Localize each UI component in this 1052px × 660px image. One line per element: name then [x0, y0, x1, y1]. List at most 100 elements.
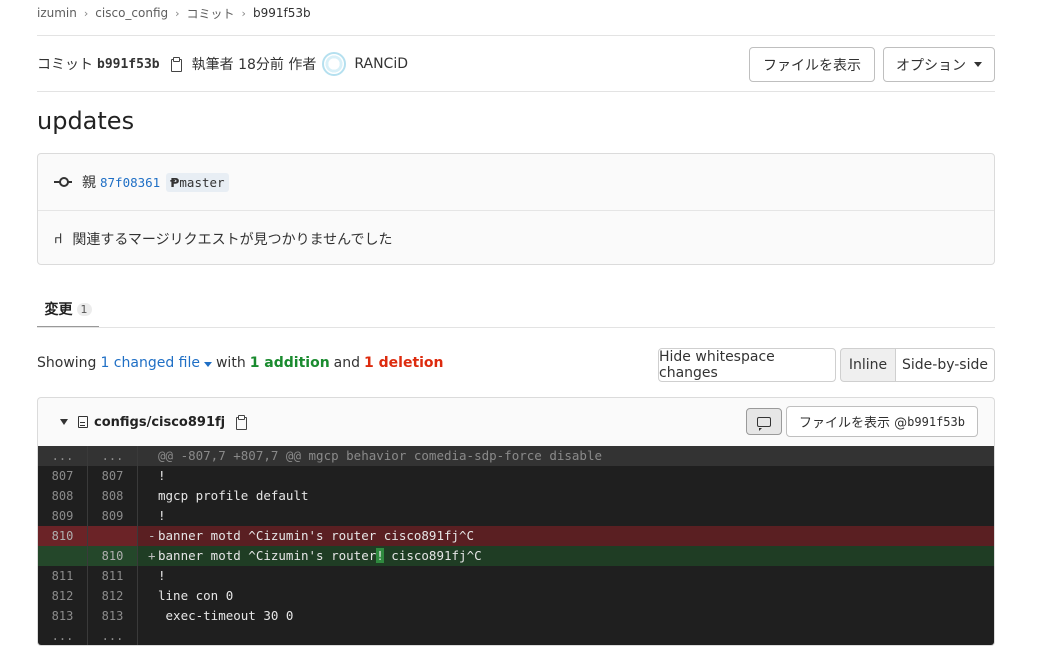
toggle-comments-button[interactable] [746, 408, 782, 435]
breadcrumb-item-current[interactable]: b991f53b [253, 6, 311, 20]
avatar[interactable] [322, 52, 347, 76]
commit-label: コミット [37, 57, 93, 73]
old-line-number[interactable]: 813 [38, 606, 88, 626]
code-text: ! [158, 568, 166, 583]
copy-icon[interactable] [233, 414, 249, 430]
file-path[interactable]: configs/cisco891fj [94, 415, 225, 430]
caret-down-icon [203, 362, 212, 367]
parent-label: 親 [82, 175, 96, 191]
view-file-at-sha: b991f53b [907, 414, 965, 429]
code-text: line con 0 [158, 588, 234, 603]
commit-header: コミット b991f53b 執筆者 18分前 作者 RANCiD [37, 52, 408, 76]
diff-sign: + [148, 548, 156, 563]
side-by-side-button[interactable]: Side-by-side [895, 348, 995, 382]
breadcrumb: izumin › cisco_config › コミット › b991f53b [37, 5, 311, 21]
new-line-number[interactable]: 810 [88, 546, 138, 566]
side-by-side-label: Side-by-side [902, 357, 988, 373]
with-label: with [215, 355, 246, 371]
new-line-number[interactable]: 808 [88, 486, 138, 506]
merge-request-row: ⑁ 関連するマージリクエストが見つかりませんでした [38, 210, 994, 266]
old-line-number[interactable]: ... [38, 446, 88, 466]
changed-files-dropdown[interactable]: 1 changed file [100, 355, 212, 371]
view-files-label: ファイルを表示 [763, 57, 861, 74]
old-line-number[interactable]: 810 [38, 526, 88, 546]
old-line-number[interactable] [38, 546, 88, 566]
diff-sign [148, 466, 158, 486]
diff-sign [148, 626, 158, 645]
commit-icon [54, 176, 72, 188]
diff-view: ...... @@ -807,7 +807,7 @@ mgcp behavior… [37, 446, 995, 646]
diff-line: ...... @@ -807,7 +807,7 @@ mgcp behavior… [38, 446, 994, 466]
options-dropdown-button[interactable]: オプション [883, 47, 995, 82]
code-text: banner motd ^Cizumin's router [158, 548, 377, 563]
chevron-right-icon: › [175, 6, 180, 20]
breadcrumb-item-project[interactable]: cisco_config [95, 6, 168, 20]
diff-line: 811 811 ! [38, 566, 994, 586]
code-text: mgcp profile default [158, 488, 309, 503]
author-prefix: 執筆者 18分前 作者 [191, 57, 317, 73]
code-text: ! [158, 508, 166, 523]
additions-count: 1 addition [249, 355, 330, 371]
chevron-right-icon: › [241, 6, 246, 20]
commit-sha: b991f53b [97, 56, 160, 72]
view-file-at-commit-button[interactable]: ファイルを表示 @ b991f53b [786, 406, 978, 437]
diff-code: - banner motd ^Cizumin's router cisco891f… [138, 526, 474, 546]
diff-line: 809 809 ! [38, 506, 994, 526]
old-line-number[interactable]: 812 [38, 586, 88, 606]
diff-code: ! [138, 566, 166, 586]
diff-code: exec-timeout 30 0 [138, 606, 294, 626]
new-line-number[interactable]: 812 [88, 586, 138, 606]
diff-line: 808 808 mgcp profile default [38, 486, 994, 506]
old-line-number[interactable]: ... [38, 626, 88, 645]
diff-sign [148, 446, 158, 466]
diff-code [138, 626, 158, 645]
parent-sha-link[interactable]: 87f08361 [100, 175, 160, 190]
new-line-number[interactable]: ... [88, 446, 138, 466]
inline-label: Inline [848, 357, 888, 373]
code-text: banner motd ^Cizumin's router cisco891fj… [158, 528, 475, 543]
branch-badge[interactable]: Ᵽmaster [166, 172, 229, 192]
merge-request-icon: ⑁ [54, 230, 63, 247]
hide-whitespace-button[interactable]: Hide whitespace changes [658, 348, 836, 382]
view-file-at-label: ファイルを表示 @ [799, 416, 908, 431]
diff-code: mgcp profile default [138, 486, 309, 506]
diff-line: ...... [38, 626, 994, 645]
parent-row: 親 87f08361 Ᵽmaster [38, 154, 994, 210]
new-line-number[interactable]: 811 [88, 566, 138, 586]
tab-changes[interactable]: 変更 1 [37, 292, 99, 328]
code-text: cisco891fj^C [383, 548, 482, 563]
old-line-number[interactable]: 809 [38, 506, 88, 526]
diff-code: ! [138, 466, 166, 486]
divider [37, 35, 995, 36]
diff-code: + banner motd ^Cizumin's router! cisco891… [138, 546, 482, 566]
diff-line: 813 813 exec-timeout 30 0 [38, 606, 994, 626]
diff-sign [148, 506, 158, 526]
breadcrumb-item-commits[interactable]: コミット [187, 5, 235, 22]
old-line-number[interactable]: 811 [38, 566, 88, 586]
diff-code: ! [138, 506, 166, 526]
diff-sign [148, 486, 158, 506]
copy-icon[interactable] [168, 56, 184, 72]
commit-info-box: 親 87f08361 Ᵽmaster ⑁ 関連するマージリクエストが見つかりませ… [37, 153, 995, 265]
divider [37, 327, 995, 328]
new-line-number[interactable]: ... [88, 626, 138, 645]
showing-label: Showing [37, 355, 97, 371]
file-icon [78, 416, 88, 428]
new-line-number[interactable]: 813 [88, 606, 138, 626]
new-line-number[interactable] [88, 526, 138, 546]
author-name[interactable]: RANCiD [354, 56, 408, 72]
breadcrumb-item-user[interactable]: izumin [37, 6, 77, 20]
view-files-button[interactable]: ファイルを表示 [749, 47, 875, 82]
code-text: exec-timeout 30 0 [158, 608, 294, 623]
new-line-number[interactable]: 807 [88, 466, 138, 486]
old-line-number[interactable]: 808 [38, 486, 88, 506]
collapse-toggle-icon[interactable] [60, 419, 68, 425]
diff-sign: - [148, 528, 156, 543]
tab-changes-label: 変更 [44, 302, 73, 318]
comment-icon [757, 416, 771, 431]
inline-view-button[interactable]: Inline [840, 348, 896, 382]
diff-sign [148, 606, 158, 626]
old-line-number[interactable]: 807 [38, 466, 88, 486]
new-line-number[interactable]: 809 [88, 506, 138, 526]
merge-request-message: 関連するマージリクエストが見つかりませんでした [72, 231, 393, 248]
